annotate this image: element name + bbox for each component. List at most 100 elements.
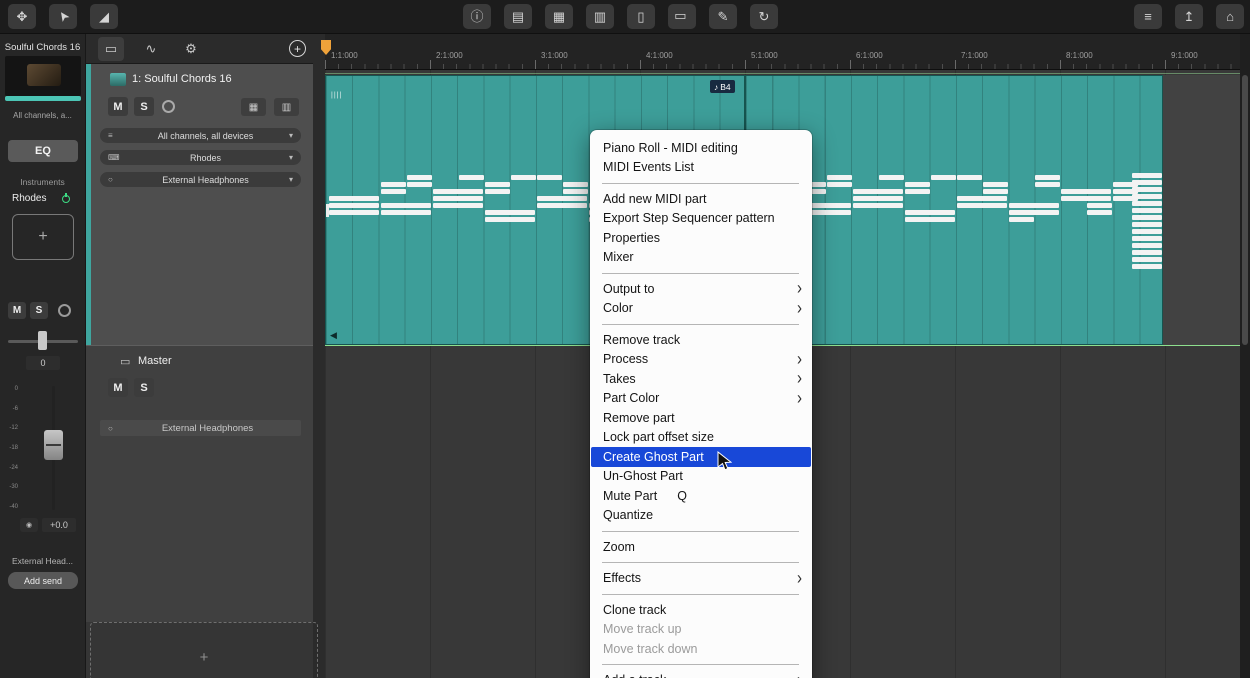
mixer-button[interactable]: ▤ — [504, 4, 532, 29]
power-icon[interactable] — [62, 195, 70, 203]
instrument-select[interactable]: ⌨ Rhodes ▾ — [100, 150, 301, 165]
fade-tool-button[interactable]: ◢ — [90, 4, 118, 29]
clip-resize-handle[interactable] — [326, 204, 329, 217]
menu-item[interactable]: Un-Ghost Part — [590, 467, 812, 487]
add-send-button[interactable]: Add send — [8, 572, 78, 589]
midi-note — [931, 175, 956, 180]
menu-item[interactable]: Clone track — [590, 600, 812, 620]
instrument-select-label: Rhodes — [122, 153, 289, 163]
menu-item-label: Move track down — [603, 642, 697, 656]
menu-separator — [602, 594, 799, 595]
midi-note — [957, 175, 982, 180]
midi-note — [1009, 210, 1059, 215]
piano-roll-button[interactable]: ▥ — [274, 98, 299, 116]
home-button[interactable]: ⌂ — [1216, 4, 1244, 29]
menu-item[interactable]: Create Ghost Part — [591, 447, 811, 467]
midi-note — [853, 189, 903, 194]
midi-note — [1132, 215, 1162, 220]
menu-item[interactable]: Remove part — [590, 408, 812, 428]
menu-item[interactable]: Remove track — [590, 330, 812, 350]
menu-item[interactable]: Add new MIDI part — [590, 189, 812, 209]
add-track-button[interactable]: + — [289, 40, 306, 57]
sync-icon: ↻ — [759, 10, 770, 23]
panel-splitter[interactable] — [313, 34, 325, 678]
menu-item[interactable]: Takes› — [590, 369, 812, 389]
draw-tool-button[interactable]: ✎ — [709, 4, 737, 29]
menu-item[interactable]: Mute PartQ — [590, 486, 812, 506]
vertical-scrollbar-thumb[interactable] — [1242, 75, 1248, 345]
fader-tick-label: -12 — [9, 425, 18, 431]
menu-item[interactable]: Lock part offset size — [590, 428, 812, 448]
input-select[interactable]: ≡ All channels, all devices ▾ — [100, 128, 301, 143]
pan-slider-handle[interactable] — [38, 331, 47, 350]
midi-note — [381, 210, 431, 215]
midi-note — [1009, 217, 1034, 222]
phone-portrait-button[interactable]: ▯ — [627, 4, 655, 29]
menu-item[interactable]: Effects› — [590, 569, 812, 589]
add-track-area[interactable]: + — [90, 622, 318, 678]
volume-fader-handle[interactable] — [44, 430, 63, 460]
move-tool-button[interactable]: ✥ — [8, 4, 36, 29]
menu-item-label: Create Ghost Part — [603, 450, 704, 464]
output-select[interactable]: ○ External Headphones ▾ — [100, 172, 301, 187]
track-header-soulful-chords[interactable]: 1: Soulful Chords 16 M S ▦ ▥ ≡ All chann… — [86, 64, 313, 345]
menu-item[interactable]: Part Color› — [590, 389, 812, 409]
automation-button[interactable]: ∿ — [138, 37, 164, 61]
step-grid-button[interactable]: ▦ — [545, 4, 573, 29]
top-toolbar: ✥ ➤ ◢ ⓘ ▤ ▦ ▥ ▯ ▯ ✎ ↻ ≡ ↥ ⌂ — [0, 0, 1250, 34]
clip-volume-icon[interactable]: ◀ — [330, 331, 337, 340]
track-solo-button[interactable]: S — [134, 97, 154, 116]
info-button[interactable]: ⓘ — [463, 4, 491, 29]
midi-note — [905, 182, 930, 187]
menu-item[interactable]: Export Step Sequencer pattern — [590, 209, 812, 229]
menu-item[interactable]: Color› — [590, 299, 812, 319]
piano-roll-button[interactable]: ▥ — [586, 4, 614, 29]
instrument-name[interactable]: Rhodes — [12, 193, 46, 204]
master-output-select[interactable]: ○ External Headphones — [100, 420, 301, 436]
settings-gear-button[interactable]: ⚙ — [178, 37, 204, 61]
menu-item[interactable]: Properties — [590, 228, 812, 248]
mute-button[interactable]: M — [8, 302, 26, 319]
menu-item[interactable]: Piano Roll - MIDI editing — [590, 138, 812, 158]
menu-item[interactable]: Output to› — [590, 279, 812, 299]
midi-note — [1035, 182, 1060, 187]
add-effect-button[interactable]: + — [12, 214, 74, 260]
menu-item[interactable]: Zoom — [590, 537, 812, 557]
midi-note — [905, 217, 955, 222]
record-arm-button[interactable] — [58, 304, 71, 317]
sync-button[interactable]: ↻ — [750, 4, 778, 29]
pointer-tool-button[interactable]: ➤ — [49, 4, 77, 29]
timeline-ruler[interactable]: 1:1:0002:1:0003:1:0004:1:0005:1:0006:1:0… — [325, 34, 1240, 70]
menu-item[interactable]: Mixer — [590, 248, 812, 268]
menu-item[interactable]: Quantize — [590, 506, 812, 526]
menu-item[interactable]: Add a track› — [590, 671, 812, 678]
instrument-thumbnail[interactable] — [5, 56, 81, 96]
menu-item[interactable]: MIDI Events List — [590, 158, 812, 178]
chevron-down-icon: ▾ — [289, 131, 293, 140]
midi-note — [1087, 210, 1112, 215]
solo-button[interactable]: S — [30, 302, 48, 319]
midi-note — [433, 196, 483, 201]
track-mute-button[interactable]: M — [108, 97, 128, 116]
menu-item[interactable]: Process› — [590, 350, 812, 370]
master-track-header[interactable]: ▭ Master M S ○ External Headphones — [86, 345, 313, 622]
pan-value[interactable]: 0 — [26, 356, 60, 370]
monitor-button[interactable]: ▭ — [98, 37, 124, 61]
step-sequencer-button[interactable]: ▦ — [241, 98, 266, 116]
menu-separator — [602, 273, 799, 274]
meter-icon[interactable]: ◉ — [20, 518, 38, 532]
track-record-arm-button[interactable] — [162, 100, 175, 113]
step-grid-icon: ▦ — [553, 10, 565, 23]
menu-item-label: Part Color — [603, 391, 659, 405]
vertical-scrollbar[interactable] — [1240, 34, 1250, 678]
move-tool-icon: ✥ — [17, 10, 28, 23]
phone-landscape-button[interactable]: ▯ — [668, 4, 696, 29]
ruler-label: 7:1:000 — [961, 51, 988, 60]
levels-button[interactable]: ≡ — [1134, 4, 1162, 29]
chevron-down-icon: ▾ — [289, 153, 293, 162]
master-solo-button[interactable]: S — [134, 378, 154, 397]
eq-button[interactable]: EQ — [8, 140, 78, 162]
share-button[interactable]: ↥ — [1175, 4, 1203, 29]
gain-value[interactable]: +0.0 — [42, 518, 76, 532]
master-mute-button[interactable]: M — [108, 378, 128, 397]
